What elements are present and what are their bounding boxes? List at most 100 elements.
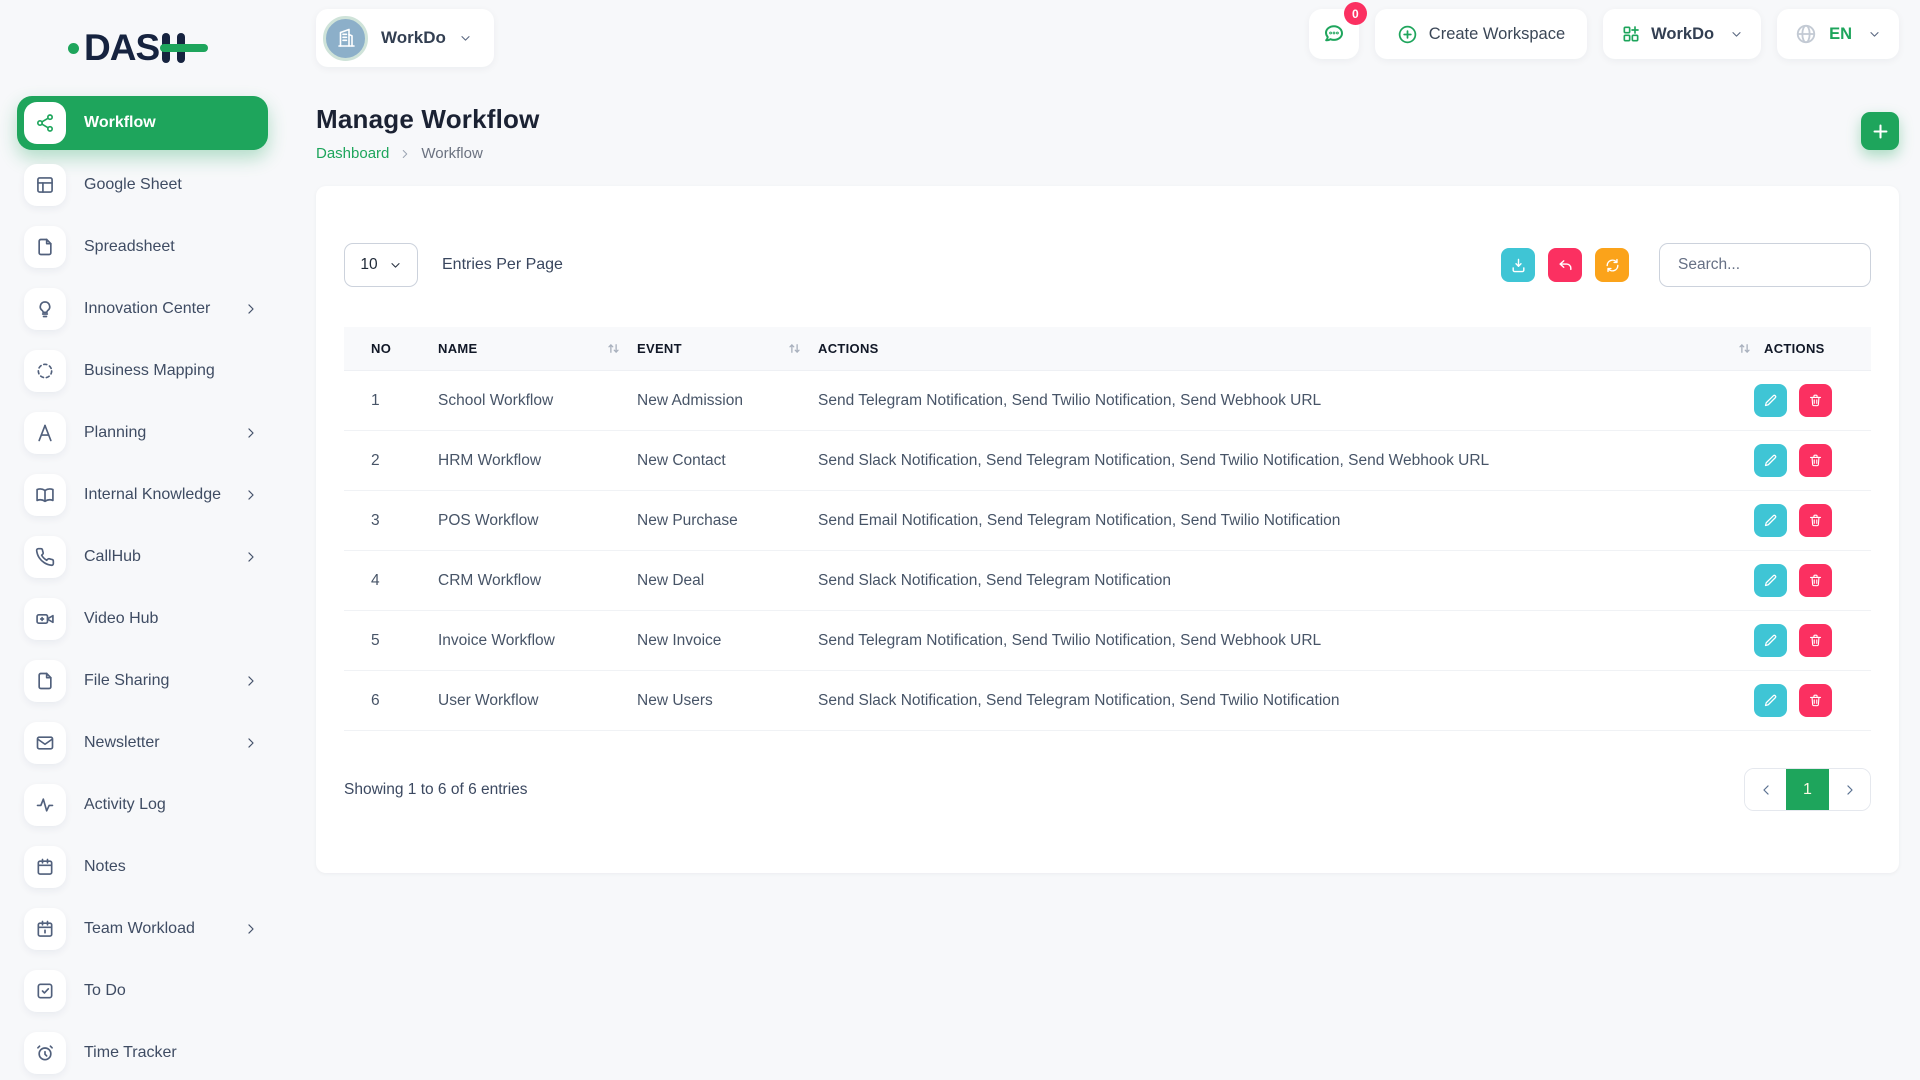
delete-button[interactable] [1799, 504, 1832, 537]
breadcrumb-current: Workflow [421, 145, 482, 162]
sort-icon[interactable] [1737, 341, 1752, 356]
sidebar-item-label: Planning [84, 424, 146, 442]
edit-button[interactable] [1754, 504, 1787, 537]
workspace-selector[interactable]: WorkDo [316, 9, 494, 67]
table-row-hrm-workflow: 2HRM WorkflowNew ContactSend Slack Notif… [344, 431, 1871, 491]
cell-row-actions [1721, 564, 1871, 597]
sidebar-item-workflow[interactable]: Workflow [17, 96, 268, 150]
edit-button[interactable] [1754, 384, 1787, 417]
sidebar-item-team-workload[interactable]: Team Workload [17, 902, 268, 956]
workflow-table-card: 10 Entries Per Page NO NAME [316, 186, 1899, 873]
cell-row-actions [1721, 504, 1871, 537]
chevron-down-icon [389, 259, 402, 272]
cell-no: 6 [344, 692, 438, 710]
pagination-next-button[interactable] [1829, 769, 1870, 810]
column-header-name[interactable]: NAME [438, 341, 637, 356]
edit-button[interactable] [1754, 444, 1787, 477]
bulb-icon [24, 288, 66, 330]
sidebar-item-label: Workflow [84, 114, 156, 132]
chevron-right-icon [399, 148, 411, 160]
messages-button[interactable]: 0 [1309, 9, 1359, 59]
building-icon [323, 16, 368, 61]
table-body: 1School WorkflowNew AdmissionSend Telegr… [344, 371, 1871, 731]
trash-icon [1808, 693, 1823, 708]
plus-circle-icon [1397, 24, 1418, 45]
chevron-right-icon [244, 426, 258, 440]
language-selector[interactable]: EN [1777, 9, 1899, 59]
sidebar-item-innovation-center[interactable]: Innovation Center [17, 282, 268, 336]
logo-dot [68, 43, 79, 54]
delete-button[interactable] [1799, 564, 1832, 597]
breadcrumb-dashboard-link[interactable]: Dashboard [316, 145, 389, 162]
sidebar-item-label: CallHub [84, 548, 141, 566]
sidebar-item-internal-knowledge[interactable]: Internal Knowledge [17, 468, 268, 522]
cell-row-actions [1721, 624, 1871, 657]
column-header-row-actions[interactable]: ACTIONS [1721, 341, 1871, 356]
refresh-button[interactable] [1595, 248, 1629, 282]
sidebar-item-label: Notes [84, 858, 126, 876]
file-icon [24, 226, 66, 268]
sidebar-item-callhub[interactable]: CallHub [17, 530, 268, 584]
column-header-actions[interactable]: ACTIONS [818, 341, 1721, 356]
search-input[interactable] [1659, 243, 1871, 287]
undo-button[interactable] [1548, 248, 1582, 282]
sidebar-item-label: To Do [84, 982, 126, 1000]
workflow-table: NO NAME EVENT ACTIONS ACTIONS 1S [344, 327, 1871, 731]
table-header-row: NO NAME EVENT ACTIONS ACTIONS [344, 327, 1871, 371]
delete-button[interactable] [1799, 444, 1832, 477]
sidebar-item-time-tracker[interactable]: Time Tracker [17, 1026, 268, 1080]
edit-button[interactable] [1754, 684, 1787, 717]
pagination-page-1[interactable]: 1 [1786, 769, 1829, 810]
page-title: Manage Workflow [316, 104, 540, 135]
pencil-icon [1763, 633, 1778, 648]
sidebar-item-newsletter[interactable]: Newsletter [17, 716, 268, 770]
sidebar-item-notes[interactable]: Notes [17, 840, 268, 894]
sidebar-item-planning[interactable]: Planning [17, 406, 268, 460]
delete-button[interactable] [1799, 624, 1832, 657]
delete-button[interactable] [1799, 684, 1832, 717]
column-header-no[interactable]: NO [344, 341, 438, 356]
create-workspace-label: Create Workspace [1429, 25, 1565, 44]
apps-menu-button[interactable]: WorkDo [1603, 9, 1761, 59]
sidebar-item-google-sheet[interactable]: Google Sheet [17, 158, 268, 212]
sidebar-item-spreadsheet[interactable]: Spreadsheet [17, 220, 268, 274]
plus-icon [1871, 122, 1890, 141]
table-footer: Showing 1 to 6 of 6 entries 1 [344, 768, 1871, 811]
main-area: WorkDo 0 Create Workspace WorkDo [296, 0, 1920, 1080]
sidebar-item-activity-log[interactable]: Activity Log [17, 778, 268, 832]
sort-icon[interactable] [787, 341, 802, 356]
add-workflow-button[interactable] [1861, 112, 1899, 150]
cell-row-actions [1721, 444, 1871, 477]
cell-event: New Deal [637, 572, 818, 590]
sidebar-item-file-sharing[interactable]: File Sharing [17, 654, 268, 708]
workspace-name: WorkDo [381, 28, 446, 48]
cell-no: 5 [344, 632, 438, 650]
export-button[interactable] [1501, 248, 1535, 282]
table-actions [1501, 243, 1871, 287]
trash-icon [1808, 633, 1823, 648]
sidebar-item-label: Activity Log [84, 796, 166, 814]
sidebar-item-video-hub[interactable]: Video Hub [17, 592, 268, 646]
refresh-icon [1604, 257, 1621, 274]
brand-logo[interactable]: DAS [68, 26, 296, 70]
sidebar-item-label: Innovation Center [84, 300, 210, 318]
table-row-user-workflow: 6User WorkflowNew UsersSend Slack Notifi… [344, 671, 1871, 731]
edit-button[interactable] [1754, 564, 1787, 597]
entries-per-page-select[interactable]: 10 [344, 243, 418, 287]
sidebar-item-to-do[interactable]: To Do [17, 964, 268, 1018]
sort-icon[interactable] [606, 341, 621, 356]
sidebar-item-business-mapping[interactable]: Business Mapping [17, 344, 268, 398]
sidebar-item-label: Video Hub [84, 610, 158, 628]
column-header-event[interactable]: EVENT [637, 341, 818, 356]
cell-row-actions [1721, 384, 1871, 417]
cell-event: New Admission [637, 392, 818, 410]
book-icon [24, 474, 66, 516]
delete-button[interactable] [1799, 384, 1832, 417]
create-workspace-button[interactable]: Create Workspace [1375, 9, 1587, 59]
pagination-prev-button[interactable] [1745, 769, 1786, 810]
table-row-school-workflow: 1School WorkflowNew AdmissionSend Telegr… [344, 371, 1871, 431]
edit-button[interactable] [1754, 624, 1787, 657]
cell-name: Invoice Workflow [438, 632, 637, 650]
pencil-icon [1763, 693, 1778, 708]
table-row-pos-workflow: 3POS WorkflowNew PurchaseSend Email Noti… [344, 491, 1871, 551]
